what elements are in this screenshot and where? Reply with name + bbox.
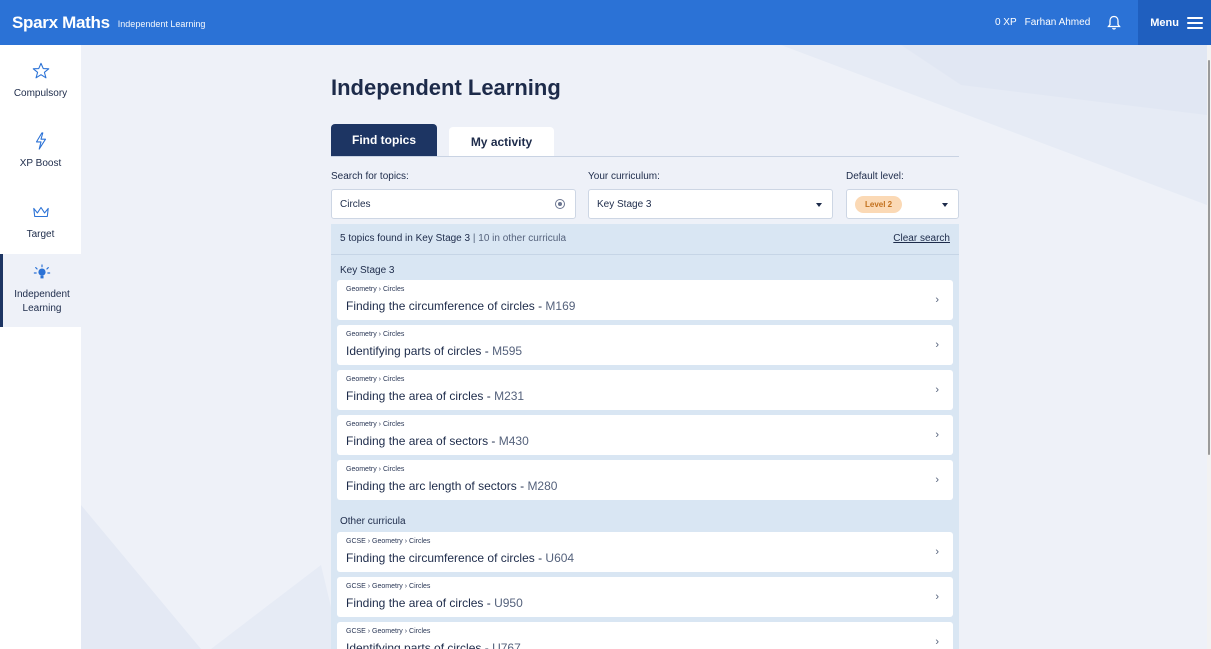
topic-title: Finding the arc length of sectors - M280 [346, 479, 558, 493]
level-select[interactable]: Level 2 [846, 189, 959, 219]
sidebar-item-independent-learning[interactable]: Independent Learning [0, 254, 81, 327]
sidebar-item-label: Target [26, 229, 55, 240]
topic-code: M280 [527, 479, 558, 493]
topic-code: M169 [545, 299, 576, 313]
crown-icon [0, 201, 81, 223]
topic-code: M430 [498, 434, 529, 448]
topic-breadcrumb: Geometry › Circles [346, 286, 405, 293]
sidebar-item-label: Compulsory [13, 88, 68, 99]
brand-logo[interactable]: Sparx Maths [12, 13, 110, 33]
star-icon [0, 60, 81, 82]
lightning-icon [0, 130, 81, 152]
user-name[interactable]: Farhan Ahmed [1025, 17, 1091, 28]
sidebar: Compulsory XP Boost Target Independent L… [0, 45, 81, 649]
topic-breadcrumb: Geometry › Circles [346, 421, 405, 428]
sidebar-item-label: XP Boost [19, 158, 62, 169]
page-scrollbar[interactable] [1207, 45, 1211, 649]
topic-row[interactable]: Geometry › Circles Finding the circumfer… [337, 280, 953, 320]
chevron-right-icon: › [935, 636, 939, 648]
header-subtitle: Independent Learning [117, 18, 206, 29]
menu-button[interactable]: Menu [1138, 0, 1211, 45]
topic-row[interactable]: GCSE › Geometry › Circles Finding the ci… [337, 532, 953, 572]
results-summary: 5 topics found in Key Stage 3 | 10 in ot… [340, 233, 566, 244]
chevron-right-icon: › [935, 339, 939, 351]
menu-label: Menu [1150, 16, 1179, 29]
clear-input-icon[interactable] [555, 199, 565, 209]
xp-counter: 0 XP [994, 17, 1017, 28]
chevron-right-icon: › [935, 591, 939, 603]
lightbulb-icon [3, 262, 81, 284]
topic-breadcrumb: Geometry › Circles [346, 331, 405, 338]
sidebar-item-xp-boost[interactable]: XP Boost [0, 130, 81, 180]
search-label: Search for topics: [331, 171, 409, 182]
topic-breadcrumb: GCSE › Geometry › Circles [346, 538, 431, 545]
topic-breadcrumb: Geometry › Circles [346, 466, 405, 473]
curriculum-label: Your curriculum: [588, 171, 660, 182]
sidebar-item-compulsory[interactable]: Compulsory [0, 60, 81, 110]
topic-title: Finding the area of circles - M231 [346, 389, 525, 403]
chevron-down-icon [942, 203, 948, 207]
topic-breadcrumb: GCSE › Geometry › Circles [346, 583, 431, 590]
topic-breadcrumb: GCSE › Geometry › Circles [346, 628, 431, 635]
topic-title: Finding the circumference of circles - M… [346, 299, 576, 313]
topic-code: M231 [494, 389, 525, 403]
topic-title: Finding the circumference of circles - U… [346, 551, 575, 565]
results-separator: | [472, 233, 476, 244]
curriculum-select[interactable]: Key Stage 3 [588, 189, 833, 219]
topic-row[interactable]: Geometry › Circles Identifying parts of … [337, 325, 953, 365]
topic-code: U950 [494, 596, 523, 610]
topic-row[interactable]: Geometry › Circles Finding the arc lengt… [337, 460, 953, 500]
topic-code: U604 [545, 551, 575, 565]
topic-title: Finding the area of sectors - M430 [346, 434, 529, 448]
results-panel: 5 topics found in Key Stage 3 | 10 in ot… [331, 224, 959, 649]
clear-search-link[interactable]: Clear search [893, 233, 950, 244]
results-other-count: 10 in other curricula [478, 233, 567, 244]
scrollbar-thumb[interactable] [1208, 60, 1210, 455]
bell-icon[interactable] [1104, 13, 1124, 33]
header-right: 0 XP Farhan Ahmed Menu [995, 0, 1211, 45]
page-title: Independent Learning [331, 75, 561, 100]
results-divider [331, 254, 959, 255]
chevron-right-icon: › [935, 294, 939, 306]
tab-find-topics[interactable]: Find topics [331, 124, 437, 156]
group-label-key-stage-3: Key Stage 3 [340, 265, 395, 276]
search-input[interactable] [340, 198, 540, 210]
search-field[interactable] [331, 189, 576, 219]
results-count: 5 topics found in Key Stage 3 [340, 233, 471, 244]
group-label-other-curricula: Other curricula [340, 516, 406, 527]
sidebar-item-label: Independent Learning [14, 289, 70, 314]
chevron-right-icon: › [935, 474, 939, 486]
topic-code: M595 [492, 344, 523, 358]
topic-breadcrumb: Geometry › Circles [346, 376, 405, 383]
level-label: Default level: [846, 171, 904, 182]
chevron-right-icon: › [935, 429, 939, 441]
topic-title: Identifying parts of circles - U767 [346, 641, 521, 649]
tab-divider [331, 156, 959, 157]
level-badge: Level 2 [855, 195, 903, 213]
hamburger-icon [1187, 16, 1203, 29]
topic-title: Identifying parts of circles - M595 [346, 344, 523, 358]
topic-row[interactable]: Geometry › Circles Finding the area of c… [337, 370, 953, 410]
chevron-right-icon: › [935, 546, 939, 558]
tab-my-activity[interactable]: My activity [449, 127, 554, 157]
topic-row[interactable]: Geometry › Circles Finding the area of s… [337, 415, 953, 455]
topic-row[interactable]: GCSE › Geometry › Circles Identifying pa… [337, 622, 953, 649]
chevron-right-icon: › [935, 384, 939, 396]
topic-code: U767 [492, 641, 521, 649]
curriculum-value: Key Stage 3 [597, 198, 652, 210]
topic-title: Finding the area of circles - U950 [346, 596, 523, 610]
sidebar-item-target[interactable]: Target [0, 201, 81, 251]
top-bar: Sparx Maths Independent Learning 0 XP Fa… [0, 0, 1211, 45]
topic-row[interactable]: GCSE › Geometry › Circles Finding the ar… [337, 577, 953, 617]
chevron-down-icon [816, 203, 822, 207]
